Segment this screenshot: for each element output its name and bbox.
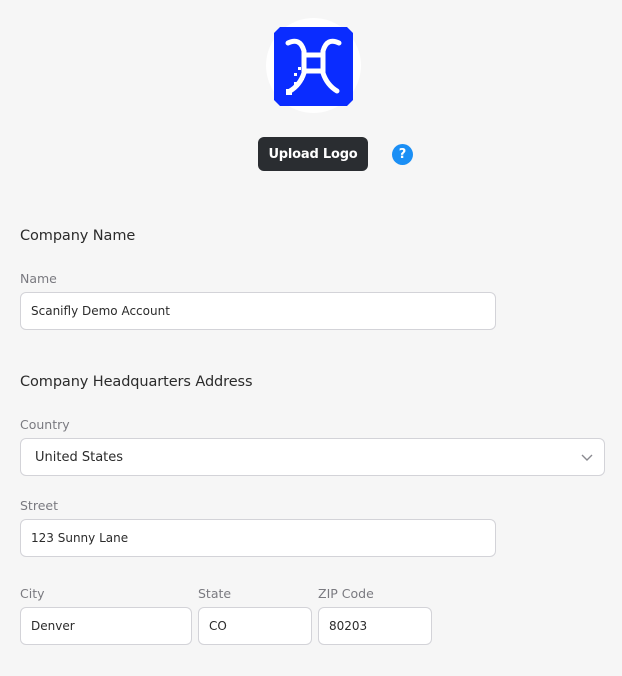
city-label: City (20, 586, 45, 601)
name-label: Name (20, 271, 57, 286)
state-label: State (198, 586, 232, 601)
zip-code-input[interactable] (318, 607, 432, 645)
headquarters-address-heading: Company Headquarters Address (20, 374, 253, 390)
scanifly-logo-icon (274, 27, 353, 106)
country-select[interactable]: United States (20, 438, 605, 476)
upload-logo-button[interactable]: Upload Logo (258, 137, 368, 171)
company-name-input[interactable] (20, 292, 496, 330)
company-name-heading: Company Name (20, 228, 136, 244)
zip-code-label: ZIP Code (318, 586, 374, 601)
help-icon[interactable]: ? (392, 144, 413, 165)
state-input[interactable] (198, 607, 312, 645)
country-selected-value: United States (35, 449, 124, 465)
country-label: Country (20, 417, 70, 432)
chevron-down-icon (581, 454, 593, 461)
company-logo (266, 18, 361, 113)
street-label: Street (20, 498, 58, 513)
city-input[interactable] (20, 607, 192, 645)
street-input[interactable] (20, 519, 496, 557)
